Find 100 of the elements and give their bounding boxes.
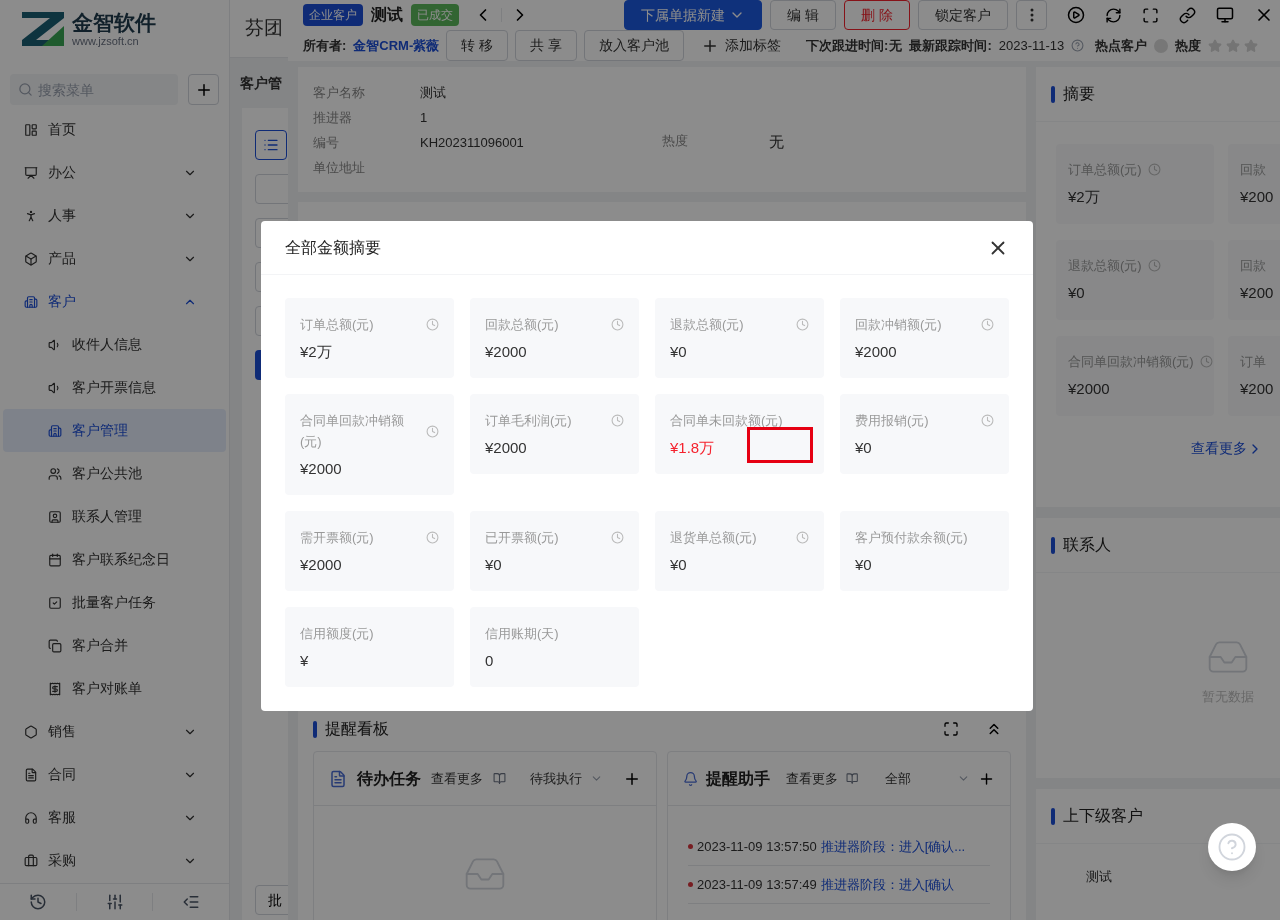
star-icon — [1208, 38, 1223, 53]
field-label: 推进器 — [313, 108, 353, 127]
menu-item[interactable]: 首页 — [0, 108, 229, 151]
history-icon[interactable] — [28, 893, 47, 911]
field-label: 最新跟踪时间: — [909, 36, 992, 55]
clock-icon — [796, 531, 809, 544]
submenu-item[interactable]: 客户管理 — [3, 409, 226, 452]
checkbox-icon — [48, 595, 62, 610]
amount-value: ¥200 — [1240, 282, 1275, 303]
add-tag-button[interactable]: 添加标签 — [691, 35, 792, 56]
field-label: 单位地址 — [313, 158, 366, 177]
list-view-button[interactable] — [255, 130, 287, 160]
menu-item[interactable]: 合同 — [0, 753, 229, 796]
amount-label: 回款冲销额(元) — [855, 316, 943, 334]
sliders-icon[interactable] — [105, 893, 124, 911]
card-title: 提醒看板 — [325, 719, 389, 739]
field-label: 热度 — [662, 132, 689, 151]
monitor-icon[interactable] — [1216, 6, 1234, 24]
action-button[interactable]: 编 辑 — [770, 0, 837, 30]
owner-action-button[interactable]: 放入客户池 — [584, 30, 685, 61]
link-icon[interactable] — [1179, 6, 1196, 24]
menu-item[interactable]: 客户 — [0, 280, 229, 323]
clock-icon — [426, 424, 439, 438]
building-icon — [48, 423, 62, 438]
amount-label: 退货单总额(元) — [670, 529, 758, 547]
brand-url: www.jzsoft.cn — [72, 34, 140, 48]
filter-dropdown[interactable]: 待我执行 — [530, 768, 603, 789]
dialog-title: 全部金额摘要 — [285, 237, 381, 258]
help-icon — [1071, 39, 1085, 52]
view-more-link[interactable]: 查看更多 — [786, 768, 839, 789]
menu-item[interactable]: 销售 — [0, 710, 229, 753]
entry-time: 2023-11-09 13:57:49 — [697, 875, 817, 894]
more-icon — [1029, 8, 1034, 22]
amount-label: 需开票额(元) — [300, 529, 375, 547]
owner-label: 所有者: — [303, 36, 347, 55]
clock-icon — [981, 318, 994, 331]
clock-icon — [611, 318, 624, 331]
submenu-item[interactable]: 批量客户任务 — [3, 581, 226, 624]
action-button[interactable]: 下属单据新建 — [624, 0, 763, 30]
contact-card-icon — [48, 509, 62, 524]
entry-link[interactable]: 推进器阶段：进入[确认... — [820, 836, 966, 857]
accent-bar — [1051, 807, 1055, 825]
refresh-icon[interactable] — [1105, 6, 1122, 24]
fullscreen-icon[interactable] — [943, 721, 959, 737]
copy-icon — [48, 638, 62, 653]
field-value: 无 — [889, 36, 903, 55]
fullscreen-icon[interactable] — [1142, 6, 1159, 24]
menu-item[interactable]: 采购 — [0, 839, 229, 882]
clock-icon — [611, 414, 624, 427]
amount-value: ¥2000 — [300, 459, 343, 479]
amount-value: ¥0 — [855, 555, 873, 575]
headset-icon — [24, 810, 38, 825]
book-icon — [846, 772, 859, 785]
owner-action-button[interactable]: 转 移 — [446, 30, 509, 61]
field-value: 1 — [420, 108, 428, 127]
submenu-item[interactable]: 收件人信息 — [3, 323, 226, 366]
customer-name: 测试 — [1086, 869, 1112, 884]
amount-value: ¥2万 — [300, 342, 333, 362]
menu-item[interactable]: 产品 — [0, 237, 229, 280]
menu-item[interactable]: 人事 — [0, 194, 229, 237]
document-icon — [329, 769, 347, 788]
clock-icon — [981, 414, 994, 427]
submenu-item[interactable]: 客户公共池 — [3, 452, 226, 495]
amount-label: 已开票额(元) — [485, 529, 560, 547]
menu-item[interactable]: 办公 — [0, 151, 229, 194]
owner-action-button[interactable]: 共 享 — [515, 30, 578, 61]
submenu-item[interactable]: 客户联系纪念日 — [3, 538, 226, 581]
view-more-link[interactable]: 查看更多 — [1191, 438, 1263, 459]
logo-icon — [22, 12, 64, 46]
field-value: 测试 — [420, 83, 446, 102]
action-button[interactable]: 锁定客户 — [918, 0, 1008, 30]
clock-icon — [426, 318, 439, 331]
menu-item[interactable]: 客服 — [0, 796, 229, 839]
clock-icon — [1147, 163, 1161, 177]
board-icon — [24, 165, 38, 180]
submenu-item[interactable]: 客户对账单 — [3, 667, 226, 710]
star-rating[interactable] — [1208, 38, 1259, 53]
accent-bar — [313, 720, 317, 738]
submenu-item[interactable]: 客户合并 — [3, 624, 226, 667]
amount-value: 0 — [485, 651, 495, 671]
document-icon — [24, 767, 38, 782]
view-more-link[interactable]: 查看更多 — [431, 768, 483, 789]
panel-title: 提醒助手 — [706, 768, 771, 789]
play-icon[interactable] — [1067, 6, 1085, 24]
receipt-icon — [48, 681, 62, 696]
action-button[interactable]: 删 除 — [844, 0, 910, 30]
person-icon — [24, 208, 38, 223]
submenu-item[interactable]: 客户开票信息 — [3, 366, 226, 409]
book-icon — [493, 772, 506, 785]
field-label: 编号 — [313, 133, 340, 152]
add-button[interactable] — [188, 74, 219, 105]
amount-label: 信用账期(天) — [485, 625, 560, 643]
list-icon — [263, 137, 279, 153]
amount-label: 合同单回款冲销额(元) — [300, 412, 405, 451]
owner-link[interactable]: 金智CRM-紫薇 — [353, 35, 440, 56]
indent-icon[interactable] — [182, 893, 201, 911]
submenu-item[interactable]: 联系人管理 — [3, 495, 226, 538]
amount-value: ¥1.8万 — [670, 438, 716, 458]
filter-dropdown[interactable]: 全部 — [884, 768, 970, 789]
entry-link[interactable]: 推进器阶段：进入[确认 — [820, 874, 955, 895]
